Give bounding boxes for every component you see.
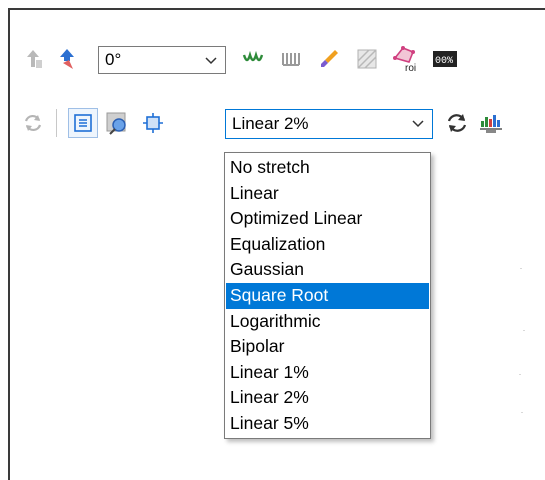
stretch-option[interactable]: No stretch bbox=[226, 155, 429, 181]
roi-icon[interactable]: roi bbox=[390, 42, 424, 76]
stretch-option[interactable]: Equalization bbox=[226, 232, 429, 258]
stretch-option[interactable]: Linear 1% bbox=[226, 360, 429, 386]
zoom-icon[interactable] bbox=[102, 108, 132, 138]
align-up-icon[interactable] bbox=[18, 44, 48, 74]
canvas-speck bbox=[523, 330, 525, 331]
canvas-speck bbox=[520, 268, 522, 269]
rotation-value: 0° bbox=[105, 50, 122, 69]
flip-icon[interactable] bbox=[52, 44, 82, 74]
canvas-speck bbox=[521, 412, 523, 413]
stretch-select[interactable]: Linear 2% bbox=[225, 109, 433, 139]
stretch-value: Linear 2% bbox=[232, 114, 309, 133]
stretch-option[interactable]: Gaussian bbox=[226, 257, 429, 283]
toolbar-separator bbox=[56, 109, 57, 137]
fit-icon[interactable] bbox=[68, 108, 98, 138]
chevron-down-icon bbox=[205, 57, 217, 65]
canvas-speck bbox=[519, 374, 521, 375]
stretch-option[interactable]: Bipolar bbox=[226, 334, 429, 360]
top-toolbar: 0° roi 00% bbox=[10, 36, 545, 82]
roi-label: roi bbox=[405, 63, 416, 74]
stretch-option[interactable]: Linear bbox=[226, 181, 429, 207]
stretch-option[interactable]: Optimized Linear bbox=[226, 206, 429, 232]
stretch-dropdown-list: No stretch Linear Optimized Linear Equaliza… bbox=[224, 152, 431, 439]
histogram-icon[interactable] bbox=[476, 108, 506, 138]
stretch-option[interactable]: Linear 2% bbox=[226, 385, 429, 411]
rotation-select[interactable]: 0° bbox=[98, 46, 226, 74]
stretch-option[interactable]: Logarithmic bbox=[226, 309, 429, 335]
bottom-toolbar: Linear 2% bbox=[10, 100, 545, 146]
stretch-option[interactable]: Square Root bbox=[226, 283, 429, 309]
chevron-down-icon bbox=[412, 120, 424, 128]
sync-icon[interactable] bbox=[442, 108, 472, 138]
counter-icon[interactable]: 00% bbox=[430, 44, 460, 74]
center-icon[interactable] bbox=[138, 108, 168, 138]
comb-icon[interactable] bbox=[276, 44, 306, 74]
stretch-option[interactable]: Linear 5% bbox=[226, 411, 429, 437]
wave-icon[interactable] bbox=[238, 44, 268, 74]
counter-label: 00% bbox=[435, 56, 453, 67]
pattern-icon[interactable] bbox=[352, 44, 382, 74]
refresh-icon[interactable] bbox=[18, 108, 48, 138]
brush-icon[interactable] bbox=[314, 44, 344, 74]
